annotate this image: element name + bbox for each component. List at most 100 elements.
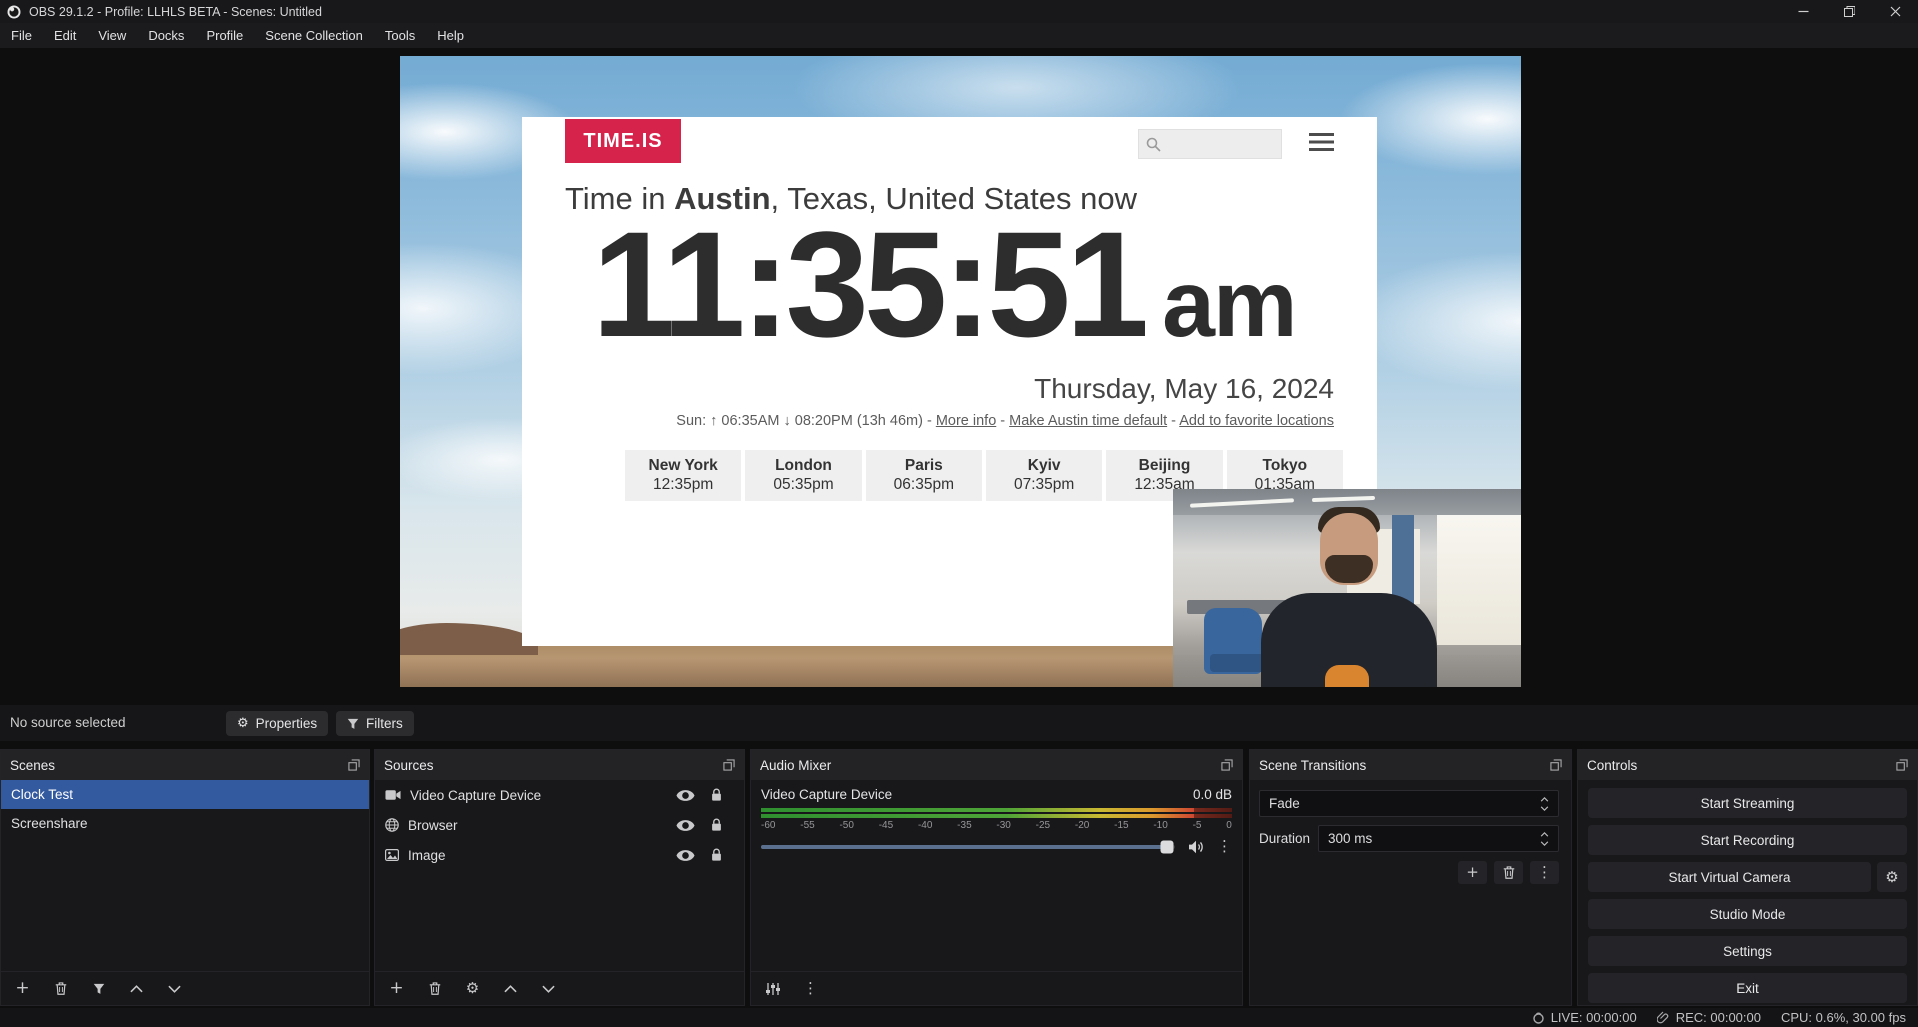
mixer-source-menu-button[interactable]: ⋮: [1217, 839, 1232, 854]
transition-select[interactable]: Fade: [1259, 790, 1559, 817]
panel-title: Controls: [1587, 758, 1637, 773]
video-capture-icon: [385, 789, 401, 801]
scene-transitions-body: Fade Duration 300 ms +: [1250, 780, 1571, 1005]
duration-spinbox[interactable]: 300 ms: [1318, 825, 1559, 852]
add-scene-button[interactable]: +: [9, 977, 36, 1001]
clock-ampm: am: [1162, 251, 1295, 357]
start-streaming-button[interactable]: Start Streaming: [1588, 788, 1907, 818]
lock-icon[interactable]: [711, 818, 722, 832]
audio-mixer-toolbar: ⋮: [751, 971, 1242, 1005]
source-item-browser[interactable]: Browser: [375, 810, 744, 840]
menu-item-help[interactable]: Help: [426, 23, 475, 48]
preview-canvas[interactable]: TIME.IS Time in Austin, Texas, United St…: [400, 56, 1521, 687]
audio-mixer-header[interactable]: Audio Mixer: [751, 750, 1242, 780]
properties-button[interactable]: ⚙ Properties: [226, 711, 328, 736]
scenes-panel-header[interactable]: Scenes: [1, 750, 369, 780]
controls-header[interactable]: Controls: [1578, 750, 1917, 780]
menu-item-edit[interactable]: Edit: [43, 23, 87, 48]
transition-value: Fade: [1269, 796, 1300, 811]
studio-mode-button[interactable]: Studio Mode: [1588, 899, 1907, 929]
menu-item-view[interactable]: View: [87, 23, 137, 48]
live-status: LIVE: 00:00:00: [1532, 1010, 1637, 1025]
dock-popout-icon[interactable]: [1221, 759, 1233, 771]
minimize-button[interactable]: [1780, 0, 1826, 23]
start-recording-button[interactable]: Start Recording: [1588, 825, 1907, 855]
menu-item-docks[interactable]: Docks: [137, 23, 195, 48]
menu-item-tools[interactable]: Tools: [374, 23, 426, 48]
filters-button[interactable]: Filters: [336, 711, 414, 736]
duration-label: Duration: [1259, 831, 1318, 846]
move-scene-up-button[interactable]: [123, 977, 150, 1001]
hamburger-menu-icon: [1309, 133, 1334, 151]
office-window: [1437, 515, 1521, 646]
start-virtual-camera-button[interactable]: Start Virtual Camera: [1588, 862, 1871, 892]
transitions-toolbar: + ⋮: [1458, 861, 1559, 884]
dock-popout-icon[interactable]: [1550, 759, 1562, 771]
timeis-logo: TIME.IS: [565, 119, 681, 163]
current-date: Thursday, May 16, 2024: [1034, 373, 1334, 405]
virtual-camera-config-button[interactable]: ⚙: [1877, 862, 1907, 892]
volume-slider-handle[interactable]: [1160, 840, 1173, 853]
advanced-audio-button[interactable]: [759, 977, 786, 1001]
menu-item-scene-collection[interactable]: Scene Collection: [254, 23, 374, 48]
clock-time: 11:35:51: [592, 200, 1144, 368]
menu-item-file[interactable]: File: [0, 23, 43, 48]
live-timer: LIVE: 00:00:00: [1551, 1010, 1637, 1025]
duration-value: 300 ms: [1328, 831, 1372, 846]
lock-icon[interactable]: [711, 848, 722, 862]
move-source-up-button[interactable]: [497, 977, 524, 1001]
scenes-panel: Scenes Clock Test Screenshare +: [0, 749, 370, 1006]
sources-toolbar: + ⚙: [375, 971, 744, 1005]
speaker-icon[interactable]: [1188, 840, 1204, 854]
city-name: New York: [625, 457, 741, 475]
selected-source-toolbar: No source selected ⚙ Properties Filters: [0, 705, 1918, 741]
rec-status: REC: 00:00:00: [1657, 1010, 1761, 1025]
city-name: Beijing: [1106, 457, 1222, 475]
scene-transitions-header[interactable]: Scene Transitions: [1250, 750, 1571, 780]
restore-button[interactable]: [1826, 0, 1872, 23]
scene-item-clock-test[interactable]: Clock Test: [1, 780, 369, 809]
dock-popout-icon[interactable]: [348, 759, 360, 771]
make-default-link: Make Austin time default: [1009, 413, 1167, 429]
remove-source-button[interactable]: [421, 977, 448, 1001]
mixer-menu-button[interactable]: ⋮: [797, 977, 824, 1001]
image-icon: [385, 849, 399, 861]
visibility-eye-icon[interactable]: [676, 789, 695, 802]
audio-mixer-body: Video Capture Device 0.0 dB -60-55-50-45…: [751, 780, 1242, 971]
add-source-button[interactable]: +: [383, 977, 410, 1001]
record-status-icon: [1657, 1011, 1670, 1024]
webcam-source[interactable]: [1173, 489, 1521, 687]
source-item-image[interactable]: Image: [375, 840, 744, 870]
source-properties-gear-button[interactable]: ⚙: [459, 977, 486, 1001]
add-transition-button[interactable]: +: [1458, 861, 1487, 884]
filter-icon: [347, 718, 359, 730]
city-name: Paris: [866, 457, 982, 475]
close-button[interactable]: [1872, 0, 1918, 23]
visibility-eye-icon[interactable]: [676, 819, 695, 832]
sources-panel-header[interactable]: Sources: [375, 750, 744, 780]
city-time: 06:35pm: [866, 476, 982, 494]
source-item-video-capture[interactable]: Video Capture Device: [375, 780, 744, 810]
mixer-source-name: Video Capture Device: [761, 787, 892, 802]
more-info-link: More info: [936, 413, 996, 429]
move-source-down-button[interactable]: [535, 977, 562, 1001]
transition-properties-menu-button[interactable]: ⋮: [1530, 861, 1559, 884]
scene-filters-button[interactable]: [85, 977, 112, 1001]
visibility-eye-icon[interactable]: [676, 849, 695, 862]
remove-scene-button[interactable]: [47, 977, 74, 1001]
rec-timer: REC: 00:00:00: [1676, 1010, 1761, 1025]
settings-button[interactable]: Settings: [1588, 936, 1907, 966]
dock-popout-icon[interactable]: [1896, 759, 1908, 771]
remove-transition-button[interactable]: [1494, 861, 1523, 884]
menu-item-profile[interactable]: Profile: [195, 23, 254, 48]
volume-slider[interactable]: [761, 845, 1175, 849]
obs-logo-icon: [7, 5, 21, 19]
desert-hill: [400, 623, 538, 655]
lock-icon[interactable]: [711, 788, 722, 802]
spin-arrows-icon[interactable]: [1540, 832, 1549, 846]
dock-popout-icon[interactable]: [723, 759, 735, 771]
move-scene-down-button[interactable]: [161, 977, 188, 1001]
exit-button[interactable]: Exit: [1588, 973, 1907, 1003]
scene-item-screenshare[interactable]: Screenshare: [1, 809, 369, 838]
volume-slider-fill: [761, 845, 1167, 849]
